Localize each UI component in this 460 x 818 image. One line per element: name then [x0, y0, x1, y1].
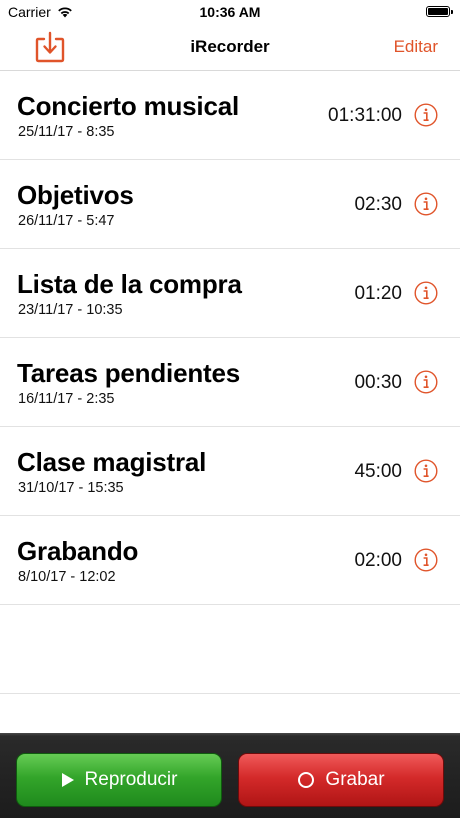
- recording-duration: 02:30: [354, 194, 402, 215]
- play-icon: [61, 773, 74, 787]
- recording-duration: 01:20: [354, 283, 402, 304]
- record-circle-icon: [298, 772, 315, 788]
- recording-duration: 01:31:00: [328, 105, 402, 126]
- play-label: Reproducir: [84, 769, 178, 790]
- recording-duration: 02:00: [354, 550, 402, 571]
- recording-title: Tareas pendientes: [17, 358, 240, 388]
- info-icon[interactable]: [414, 370, 438, 394]
- recording-row[interactable]: Objetivos 26/11/17 - 5:47 02:30: [0, 160, 460, 249]
- battery-icon: [426, 6, 453, 17]
- edit-button[interactable]: Editar: [394, 37, 438, 57]
- record-label: Grabar: [325, 769, 385, 790]
- recording-date: 23/11/17 - 10:35: [18, 302, 123, 318]
- recordings-list: Concierto musical 25/11/17 - 8:35 01:31:…: [0, 71, 460, 694]
- nav-title: iRecorder: [190, 37, 270, 56]
- recording-title: Grabando: [17, 536, 139, 566]
- recording-title: Concierto musical: [17, 91, 239, 121]
- recording-duration: 00:30: [354, 372, 402, 393]
- bottom-toolbar: Reproducir Grabar: [0, 733, 460, 818]
- recording-row[interactable]: Grabando 8/10/17 - 12:02 02:00: [0, 516, 460, 605]
- info-icon[interactable]: [414, 281, 438, 305]
- status-bar: Carrier 10:36 AM: [0, 0, 460, 24]
- info-icon[interactable]: [414, 192, 438, 216]
- status-time: 10:36 AM: [199, 4, 261, 20]
- recording-title: Clase magistral: [17, 447, 207, 477]
- recording-duration: 45:00: [354, 461, 402, 482]
- battery-level: [428, 8, 448, 15]
- play-button[interactable]: Reproducir: [16, 753, 222, 807]
- record-button[interactable]: Grabar: [238, 753, 444, 807]
- recording-row[interactable]: Concierto musical 25/11/17 - 8:35 01:31:…: [0, 71, 460, 160]
- recording-date: 31/10/17 - 15:35: [18, 480, 124, 496]
- info-icon[interactable]: [414, 459, 438, 483]
- empty-row: [0, 605, 460, 694]
- info-icon[interactable]: [414, 103, 438, 127]
- recording-date: 16/11/17 - 2:35: [18, 391, 115, 407]
- recording-title: Lista de la compra: [17, 269, 242, 299]
- recording-date: 26/11/17 - 5:47: [18, 213, 115, 229]
- recording-row[interactable]: Lista de la compra 23/11/17 - 10:35 01:2…: [0, 249, 460, 338]
- recording-date: 25/11/17 - 8:35: [18, 124, 115, 140]
- navigation-bar: iRecorder Editar: [0, 24, 460, 71]
- recording-date: 8/10/17 - 12:02: [18, 569, 116, 585]
- recording-row[interactable]: Tareas pendientes 16/11/17 - 2:35 00:30: [0, 338, 460, 427]
- recording-row[interactable]: Clase magistral 31/10/17 - 15:35 45:00: [0, 427, 460, 516]
- recording-title: Objetivos: [17, 180, 134, 210]
- info-icon[interactable]: [414, 548, 438, 572]
